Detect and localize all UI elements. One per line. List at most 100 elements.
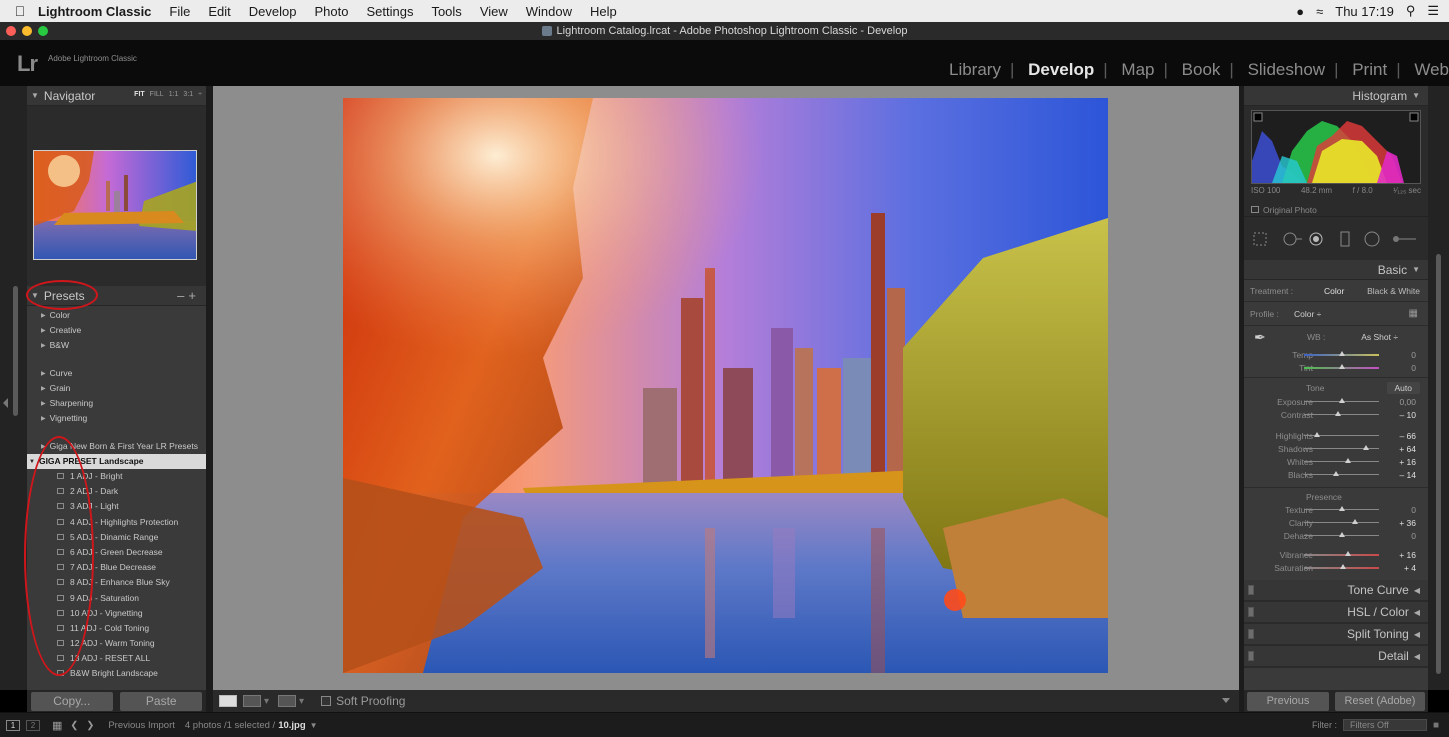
left-panel-scrollbar[interactable] xyxy=(13,286,18,416)
panel-switch-icon[interactable] xyxy=(1248,607,1254,617)
exposure-slider-row[interactable]: Exposure 0,00 xyxy=(1244,395,1428,408)
menu-develop[interactable]: Develop xyxy=(240,4,306,19)
preset-item[interactable]: 4 ADJ - Highlights Protection xyxy=(27,515,206,530)
secondary-display-button[interactable]: 2 xyxy=(26,719,40,731)
preset-group[interactable]: ▶ Curve xyxy=(27,366,206,381)
preset-item[interactable]: 5 ADJ - Dinamic Range xyxy=(27,530,206,545)
slider-knob[interactable] xyxy=(1362,445,1369,450)
preset-group-selected[interactable]: ▼ GIGA PRESET Landscape xyxy=(27,454,206,469)
slider-knob[interactable] xyxy=(1338,532,1345,537)
crop-tool-icon[interactable] xyxy=(1253,232,1267,246)
right-panel-edge[interactable] xyxy=(1428,86,1449,690)
slider-knob[interactable] xyxy=(1333,471,1340,476)
navigator-thumbnail[interactable] xyxy=(33,150,197,260)
module-library[interactable]: Library xyxy=(949,60,1001,80)
slider-knob[interactable] xyxy=(1352,519,1358,524)
menu-help[interactable]: Help xyxy=(581,4,626,19)
spotlight-search-icon[interactable]: ⚲ xyxy=(1406,3,1416,19)
detail-header[interactable]: Detail ◀ xyxy=(1244,646,1428,668)
image-canvas[interactable] xyxy=(213,86,1239,690)
slider-knob[interactable] xyxy=(1340,563,1346,569)
whites-slider-row[interactable]: Whites + 16 xyxy=(1244,455,1428,468)
tint-slider[interactable] xyxy=(1304,363,1379,369)
wb-select[interactable]: As Shot ÷ xyxy=(1361,332,1398,342)
presets-header[interactable]: ▼ Presets –+ xyxy=(27,286,206,306)
chevron-down-icon[interactable]: ▼ xyxy=(310,721,318,730)
slider-value[interactable]: 0 xyxy=(1411,531,1416,541)
slider-knob[interactable] xyxy=(1344,458,1351,463)
collapse-left-panel-icon[interactable] xyxy=(3,398,8,408)
graduated-filter-icon[interactable] xyxy=(1340,231,1350,247)
preset-group[interactable]: ▶ Creative xyxy=(27,323,206,338)
dehaze-slider[interactable] xyxy=(1304,532,1379,537)
histogram-header[interactable]: Histogram ▼ xyxy=(1244,86,1428,106)
highlights-slider[interactable] xyxy=(1304,432,1379,437)
preset-item[interactable]: 3 ADJ - Light xyxy=(27,499,206,514)
slider-knob[interactable] xyxy=(1334,411,1341,416)
slider-knob[interactable] xyxy=(1344,550,1351,556)
whites-slider[interactable] xyxy=(1304,458,1379,463)
primary-display-button[interactable]: 1 xyxy=(6,719,20,731)
before-after-top-bottom-button[interactable] xyxy=(278,695,297,707)
back-arrow-icon[interactable]: ❮ xyxy=(70,720,78,731)
zoom-more[interactable]: ÷ xyxy=(198,91,202,98)
exposure-slider[interactable] xyxy=(1304,398,1379,403)
basic-panel-header[interactable]: Basic ▼ xyxy=(1244,260,1428,280)
slider-value[interactable]: + 4 xyxy=(1404,563,1416,573)
loupe-view-button[interactable] xyxy=(219,695,237,707)
tone-curve-header[interactable]: Tone Curve ◀ xyxy=(1244,580,1428,602)
profile-browser-icon[interactable]: ▦ xyxy=(1409,308,1418,319)
left-panel-edge[interactable] xyxy=(0,86,27,690)
dropdown-arrow-icon[interactable]: ▾ xyxy=(264,696,269,707)
shadows-slider-row[interactable]: Shadows + 64 xyxy=(1244,442,1428,455)
saturation-slider-row[interactable]: Saturation + 4 xyxy=(1244,561,1428,574)
siri-icon[interactable]: ● xyxy=(1296,4,1304,19)
module-map[interactable]: Map xyxy=(1121,60,1154,80)
slider-value[interactable]: 0 xyxy=(1411,505,1416,515)
dehaze-slider-row[interactable]: Dehaze 0 xyxy=(1244,529,1428,542)
slider-value[interactable]: + 16 xyxy=(1399,457,1416,467)
slider-value[interactable]: 0 xyxy=(1411,350,1416,360)
module-develop[interactable]: Develop xyxy=(1028,60,1094,80)
zoom-window-button[interactable] xyxy=(38,26,48,36)
panel-switch-icon[interactable] xyxy=(1248,629,1254,639)
menu-window[interactable]: Window xyxy=(517,4,581,19)
slider-value[interactable]: + 64 xyxy=(1399,444,1416,454)
texture-slider[interactable] xyxy=(1304,506,1379,511)
filmstrip-filename[interactable]: 10.jpg xyxy=(278,720,305,731)
original-photo-toggle[interactable]: Original Photo xyxy=(1251,205,1317,215)
dropdown-arrow-icon[interactable]: ▾ xyxy=(299,696,304,707)
clarity-slider[interactable] xyxy=(1304,519,1379,524)
preset-item[interactable]: 8 ADJ - Enhance Blue Sky xyxy=(27,575,206,590)
forward-arrow-icon[interactable]: ❯ xyxy=(86,720,94,731)
treatment-bw-button[interactable]: Black & White xyxy=(1367,286,1420,296)
control-center-icon[interactable]: ☰ xyxy=(1427,3,1439,19)
slider-value[interactable]: – 66 xyxy=(1399,431,1416,441)
remove-preset-button[interactable]: – xyxy=(177,288,188,303)
preset-item[interactable]: 7 ADJ - Blue Decrease xyxy=(27,560,206,575)
copy-settings-button[interactable]: Copy... xyxy=(30,691,113,711)
wifi-icon[interactable]: ≈ xyxy=(1316,4,1323,19)
slider-value[interactable]: – 10 xyxy=(1399,410,1416,420)
menu-edit[interactable]: Edit xyxy=(199,4,239,19)
blacks-slider[interactable] xyxy=(1304,471,1379,476)
temp-slider[interactable] xyxy=(1304,350,1379,356)
preset-item[interactable]: 10 ADJ - Vignetting xyxy=(27,606,206,621)
preset-item[interactable]: 12 ADJ - Warm Toning xyxy=(27,636,206,651)
menu-file[interactable]: File xyxy=(160,4,199,19)
navigator-header[interactable]: ▼ Navigator FIT FILL 1:1 3:1 ÷ xyxy=(27,86,206,106)
reset-button[interactable]: Reset (Adobe) xyxy=(1335,691,1425,711)
preset-group[interactable]: ▶ B&W xyxy=(27,338,206,353)
shadows-slider[interactable] xyxy=(1304,445,1379,450)
filter-select[interactable]: Filters Off xyxy=(1342,719,1427,731)
menu-settings[interactable]: Settings xyxy=(357,4,422,19)
split-toning-header[interactable]: Split Toning ◀ xyxy=(1244,624,1428,646)
soft-proofing-checkbox[interactable] xyxy=(321,696,332,706)
preset-group[interactable]: ▶ Sharpening xyxy=(27,396,206,411)
slider-knob[interactable] xyxy=(1338,350,1345,356)
saturation-slider[interactable] xyxy=(1304,563,1379,569)
module-slideshow[interactable]: Slideshow xyxy=(1248,60,1326,80)
texture-slider-row[interactable]: Texture 0 xyxy=(1244,503,1428,516)
zoom-fit[interactable]: FIT xyxy=(134,91,145,98)
menu-clock[interactable]: Thu 17:19 xyxy=(1335,4,1394,19)
